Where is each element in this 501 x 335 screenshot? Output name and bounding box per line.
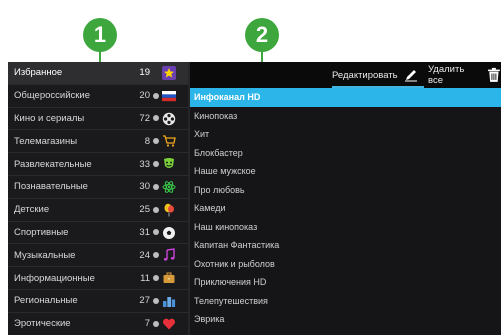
category-item-entertainment[interactable]: Развлекательные 33 xyxy=(8,153,188,176)
category-item-regional[interactable]: Региональные 27 xyxy=(8,290,188,313)
category-name: Познавательные xyxy=(14,181,88,193)
film-reel-icon xyxy=(162,112,176,125)
channel-item[interactable]: Эврика xyxy=(190,310,501,329)
category-item-kids[interactable]: Детские 25 xyxy=(8,199,188,222)
category-count: 30 xyxy=(139,181,150,193)
category-item-movies[interactable]: Кино и сериалы 72 xyxy=(8,108,188,131)
dot-icon xyxy=(153,115,159,122)
channel-name: Капитан Фантастика xyxy=(194,240,280,251)
channel-name: Камеди xyxy=(194,203,226,214)
channel-item[interactable]: Камеди xyxy=(190,199,501,218)
channel-item[interactable]: Инфоканал HD xyxy=(190,88,501,107)
category-count: 20 xyxy=(139,90,150,102)
channel-item[interactable]: Наш кинопоказ xyxy=(190,218,501,237)
channel-name: Кинопоказ xyxy=(194,110,238,121)
delete-all-button[interactable]: Удалить все xyxy=(428,62,501,88)
category-count: 33 xyxy=(139,158,150,170)
dot-icon xyxy=(153,161,159,168)
soccer-ball-icon xyxy=(163,226,175,239)
dot-icon xyxy=(153,183,159,190)
category-item-shopping[interactable]: Телемагазины 8 xyxy=(8,130,188,154)
channel-item[interactable]: Охотник и рыболов xyxy=(190,255,501,274)
channel-item[interactable]: Наше мужское xyxy=(190,162,501,181)
edit-button[interactable]: Редактировать xyxy=(332,62,418,88)
heart-icon xyxy=(162,318,176,330)
category-count: 27 xyxy=(139,295,150,307)
category-item-educational[interactable]: Познавательные 30 xyxy=(8,176,188,199)
russian-flag-icon xyxy=(162,90,176,101)
theater-masks-icon xyxy=(164,158,174,169)
channel-name: Про любовь xyxy=(194,184,245,195)
channel-item[interactable]: Про любовь xyxy=(190,181,501,200)
category-count: 8 xyxy=(144,135,150,147)
category-count: 7 xyxy=(144,318,150,330)
category-name: Музыкальные xyxy=(14,249,76,261)
channel-item[interactable]: Блокбастер xyxy=(190,144,501,163)
category-count: 24 xyxy=(139,249,150,261)
balloon-icon xyxy=(164,203,174,217)
dot-icon xyxy=(153,206,159,213)
toolbar: Редактировать Удалить все xyxy=(190,62,501,88)
edit-label: Редактировать xyxy=(332,69,398,81)
category-name: Эротические xyxy=(14,318,71,330)
category-name: Общероссийские xyxy=(14,90,90,102)
star-icon xyxy=(162,66,176,80)
channel-item[interactable]: Приключения HD xyxy=(190,273,501,292)
category-list: Избранное 19 Общероссийские 20 Кино и се… xyxy=(8,62,188,335)
pencil-icon xyxy=(404,70,417,82)
channel-name: Телепутешествия xyxy=(194,295,268,306)
category-name: Спортивные xyxy=(14,226,69,238)
category-count: 31 xyxy=(139,226,150,238)
dot-icon xyxy=(153,92,159,99)
category-item-adult[interactable]: Эротические 7 xyxy=(8,313,188,335)
dot-icon xyxy=(153,297,159,304)
category-count: 25 xyxy=(139,204,150,216)
channel-name: Хит xyxy=(194,129,210,140)
category-name: Развлекательные xyxy=(14,158,92,170)
channel-item[interactable]: Телепутешествия xyxy=(190,292,501,311)
trash-icon xyxy=(488,67,501,82)
channel-name: Охотник и рыболов xyxy=(194,258,275,269)
dot-icon xyxy=(153,138,159,145)
channel-list: Редактировать Удалить все Инфоканал HD К… xyxy=(190,62,501,335)
category-name: Информационные xyxy=(14,272,95,284)
category-count: 72 xyxy=(139,112,150,124)
dot-icon xyxy=(153,275,159,282)
channel-item[interactable]: Кинопоказ xyxy=(190,107,501,126)
briefcase-icon xyxy=(163,272,175,284)
category-item-favorites[interactable]: Избранное 19 xyxy=(8,62,188,85)
channel-name: Инфоканал HD xyxy=(194,92,261,103)
category-item-all-russian[interactable]: Общероссийские 20 xyxy=(8,85,188,108)
channel-item[interactable]: Капитан Фантастика xyxy=(190,236,501,255)
callout-2-label: 2 xyxy=(255,22,269,47)
music-note-icon xyxy=(163,248,175,261)
atom-icon xyxy=(162,181,176,193)
tv-screen: Избранное 19 Общероссийские 20 Кино и се… xyxy=(8,62,501,335)
delete-label: Удалить все xyxy=(428,64,465,86)
shopping-cart-icon xyxy=(163,135,176,147)
category-count: 11 xyxy=(140,272,150,284)
category-name: Кино и сериалы xyxy=(14,112,85,124)
callout-1-label: 1 xyxy=(93,22,107,47)
channel-name: Блокбастер xyxy=(194,147,243,158)
channel-name: Наше мужское xyxy=(194,166,256,177)
category-name: Избранное xyxy=(14,67,63,79)
category-item-sports[interactable]: Спортивные 31 xyxy=(8,222,188,245)
category-item-news[interactable]: Информационные 11 xyxy=(8,267,188,290)
channel-name: Наш кинопоказ xyxy=(194,221,258,232)
callout-1: 1 xyxy=(83,18,117,52)
dot-icon xyxy=(153,252,159,259)
category-item-music[interactable]: Музыкальные 24 xyxy=(8,244,188,268)
category-count: 19 xyxy=(139,67,150,79)
category-name: Телемагазины xyxy=(14,135,78,147)
category-name: Детские xyxy=(14,204,50,216)
callout-2: 2 xyxy=(245,18,279,52)
city-buildings-icon xyxy=(163,296,176,307)
dot-icon xyxy=(153,229,159,236)
channel-name: Эврика xyxy=(194,314,225,325)
dot-icon xyxy=(153,320,159,327)
channel-item[interactable]: Хит xyxy=(190,125,501,144)
category-name: Региональные xyxy=(14,295,78,307)
channel-name: Приключения HD xyxy=(194,277,267,288)
